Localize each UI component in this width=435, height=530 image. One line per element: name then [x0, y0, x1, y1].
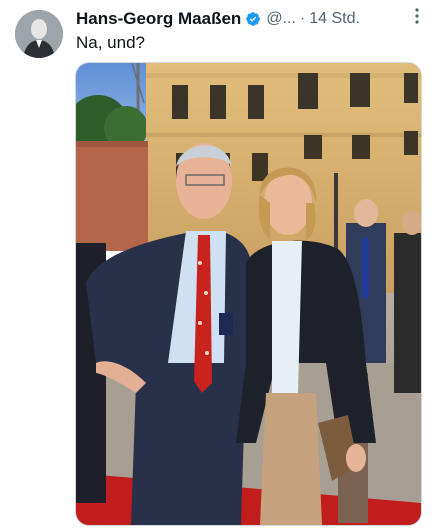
avatar[interactable]	[15, 10, 63, 58]
author-name[interactable]: Hans-Georg Maaßen	[76, 9, 241, 29]
avatar-photo	[15, 10, 63, 58]
photo-two-people-at-event	[76, 63, 421, 525]
more-vertical-icon	[415, 8, 419, 24]
author-handle[interactable]: @...	[266, 10, 296, 28]
tweet-header: Hans-Georg Maaßen @... · 14 Std.	[76, 8, 425, 30]
tweet-photo[interactable]	[75, 62, 422, 526]
more-options-button[interactable]	[403, 3, 431, 29]
separator-dot: ·	[299, 10, 306, 27]
tweet-text: Na, und?	[76, 33, 145, 52]
timestamp[interactable]: 14 Std.	[309, 10, 360, 28]
verified-badge-icon	[245, 11, 261, 27]
tweet[interactable]: Hans-Georg Maaßen @... · 14 Std. Na, und…	[0, 0, 435, 530]
